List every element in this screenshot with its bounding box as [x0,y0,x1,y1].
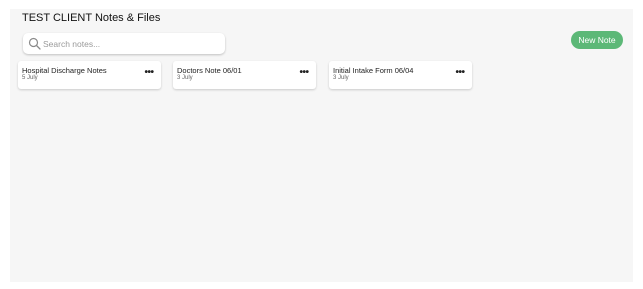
search-box[interactable] [23,33,225,54]
more-horizontal-icon[interactable]: ••• [298,68,310,80]
note-title: Doctors Note 06/01 [177,66,242,75]
note-date: 5 July [22,75,38,81]
note-title: Hospital Discharge Notes [22,66,107,75]
note-card[interactable]: Doctors Note 06/01 3 July ••• [173,61,316,89]
note-date: 3 July [333,75,349,81]
note-card[interactable]: Hospital Discharge Notes 5 July ••• [18,61,161,89]
note-card[interactable]: Initial Intake Form 06/04 3 July ••• [329,61,472,89]
more-horizontal-icon[interactable]: ••• [454,68,466,80]
new-note-button[interactable]: New Note [571,31,623,49]
notes-list: Hospital Discharge Notes 5 July ••• Doct… [18,61,488,91]
more-horizontal-icon[interactable]: ••• [143,68,155,80]
search-input[interactable] [43,33,219,54]
notes-panel: TEST CLIENT Notes & Files New Note Hospi… [10,9,633,282]
page-title: TEST CLIENT Notes & Files [22,12,161,24]
note-title: Initial Intake Form 06/04 [333,66,414,75]
note-date: 3 July [177,75,193,81]
search-icon [28,37,41,50]
